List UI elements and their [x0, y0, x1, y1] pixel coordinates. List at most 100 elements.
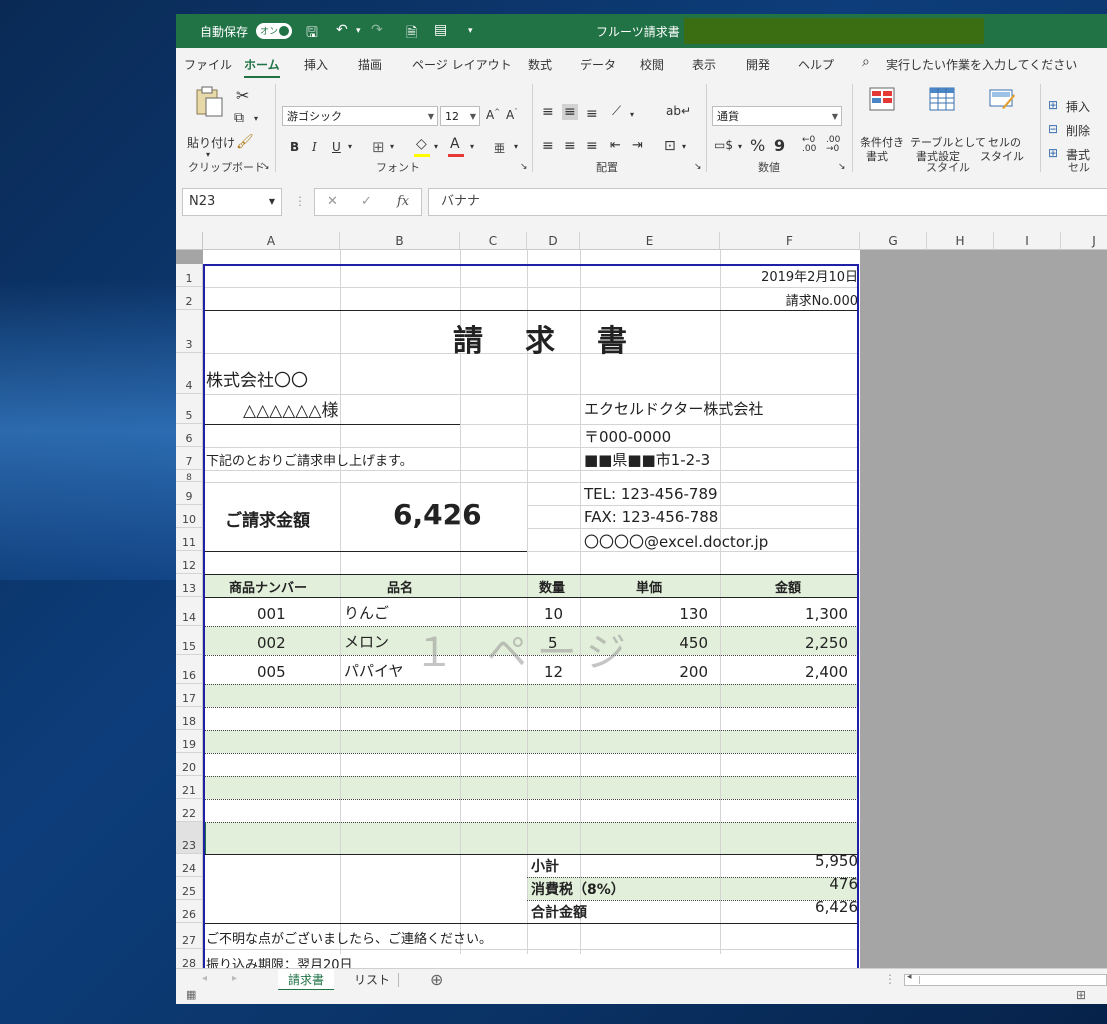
- row-header[interactable]: 5: [176, 394, 203, 424]
- accounting-dropdown-icon[interactable]: ▾: [738, 142, 742, 151]
- tab-page-layout[interactable]: ページ レイアウト: [412, 56, 512, 73]
- row-header[interactable]: 27: [176, 923, 203, 949]
- header-item[interactable]: 品名: [387, 577, 413, 596]
- note-deadline[interactable]: 振り込み期限：翌月20日: [206, 954, 353, 968]
- borders-icon[interactable]: ⊞: [372, 138, 385, 156]
- tax-value[interactable]: 476: [829, 875, 858, 893]
- row-header[interactable]: 3: [176, 310, 203, 353]
- row-header[interactable]: 25: [176, 877, 203, 900]
- tab-draw[interactable]: 描画: [358, 56, 382, 73]
- borders-dropdown-icon[interactable]: ▾: [390, 142, 394, 151]
- font-color-icon[interactable]: A: [450, 136, 460, 152]
- tax-label[interactable]: 消費税（8%）: [531, 879, 625, 899]
- issuer-company[interactable]: エクセルドクター株式会社: [584, 398, 763, 419]
- header-qty[interactable]: 数量: [539, 577, 565, 596]
- font-size-combo[interactable]: 12 ▼: [440, 106, 480, 126]
- item-name[interactable]: りんご: [344, 602, 389, 623]
- increase-decimal-icon[interactable]: ←0.00: [802, 136, 816, 154]
- item-name[interactable]: パパイヤ: [344, 660, 404, 681]
- column-header[interactable]: A: [203, 232, 340, 250]
- row-header[interactable]: 28: [176, 949, 203, 968]
- row-header[interactable]: 13: [176, 574, 203, 597]
- column-header[interactable]: C: [460, 232, 527, 250]
- row-header[interactable]: 12: [176, 551, 203, 574]
- undo-dropdown-icon[interactable]: ▾: [356, 26, 361, 36]
- align-bottom-icon[interactable]: ≡: [586, 106, 598, 122]
- issuer-fax[interactable]: FAX: 123-456-788: [584, 508, 718, 526]
- row-header[interactable]: 23: [176, 822, 203, 854]
- row-header[interactable]: 4: [176, 353, 203, 394]
- row-header[interactable]: 14: [176, 597, 203, 626]
- cell-styles-icon[interactable]: [988, 86, 1016, 112]
- note-contact[interactable]: ご不明な点がございましたら、ご連絡ください。: [206, 928, 492, 947]
- tell-me-search[interactable]: 実行したい作業を入力してください: [886, 56, 1077, 73]
- italic-button[interactable]: I: [312, 140, 317, 154]
- header-product-no[interactable]: 商品ナンバー: [229, 577, 307, 596]
- number-format-combo[interactable]: 通貨 ▼: [712, 106, 842, 126]
- row-header[interactable]: 7: [176, 447, 203, 470]
- align-left-icon[interactable]: ≡: [542, 138, 554, 154]
- row-header[interactable]: 20: [176, 753, 203, 776]
- column-header[interactable]: D: [527, 232, 580, 250]
- scroll-right-icon[interactable]: ▸: [232, 973, 237, 984]
- form-icon[interactable]: ▤: [434, 22, 447, 38]
- autosave-toggle[interactable]: オン: [256, 23, 292, 39]
- issuer-email[interactable]: 〇〇〇〇@excel.doctor.jp: [584, 531, 768, 552]
- amount-value[interactable]: 6,426: [393, 498, 482, 531]
- merge-dropdown-icon[interactable]: ▾: [682, 142, 686, 151]
- save-icon[interactable]: 🖫: [306, 22, 318, 46]
- decrease-font-icon[interactable]: Aˇ: [506, 108, 518, 122]
- row-header[interactable]: 10: [176, 505, 203, 528]
- client-company[interactable]: 株式会社〇〇: [206, 366, 308, 391]
- bold-button[interactable]: B: [290, 140, 299, 154]
- select-all-corner[interactable]: [176, 232, 203, 250]
- horizontal-scrollbar[interactable]: ◂: [904, 972, 1107, 986]
- orientation-icon[interactable]: ⟋: [612, 104, 621, 119]
- item-price[interactable]: 200: [679, 663, 708, 681]
- tab-home[interactable]: ホーム: [244, 56, 280, 78]
- percent-button[interactable]: %: [750, 136, 765, 155]
- font-name-combo[interactable]: 游ゴシック ▼: [282, 106, 438, 126]
- wrap-text-icon[interactable]: ab↵: [666, 104, 691, 118]
- decrease-indent-icon[interactable]: ⇤: [610, 138, 621, 153]
- row-header[interactable]: 18: [176, 707, 203, 730]
- cancel-icon[interactable]: ✕: [327, 194, 338, 209]
- comma-style-button[interactable]: 9: [774, 136, 785, 155]
- increase-font-icon[interactable]: A^: [486, 108, 500, 122]
- normal-view-icon[interactable]: ⊞: [1076, 988, 1086, 1002]
- row-header[interactable]: 1: [176, 264, 203, 287]
- align-middle-icon[interactable]: ≡: [562, 104, 578, 120]
- column-header[interactable]: B: [340, 232, 460, 250]
- tab-review[interactable]: 校閲: [640, 56, 664, 73]
- invoice-number[interactable]: 請求No.000: [786, 290, 858, 309]
- cell-styles-label-2[interactable]: スタイル: [980, 148, 1024, 164]
- name-box[interactable]: N23 ▼: [182, 188, 282, 216]
- column-header[interactable]: G: [860, 232, 927, 250]
- column-header[interactable]: H: [927, 232, 994, 250]
- total-label[interactable]: 合計金額: [531, 902, 587, 922]
- drag-handle-icon[interactable]: ⋮: [884, 972, 896, 986]
- align-top-icon[interactable]: ≡: [542, 104, 554, 120]
- redo-icon[interactable]: ↷: [371, 22, 383, 38]
- print-preview-icon[interactable]: 🗎: [406, 22, 417, 46]
- scroll-left-icon[interactable]: ◂: [202, 973, 207, 984]
- row-header[interactable]: 22: [176, 799, 203, 822]
- column-header[interactable]: I: [994, 232, 1061, 250]
- row-header[interactable]: 8: [176, 470, 203, 483]
- decrease-decimal-icon[interactable]: .00 →0: [826, 136, 840, 154]
- insert-function-icon[interactable]: fx: [397, 194, 409, 209]
- font-launcher-icon[interactable]: ↘: [520, 162, 528, 172]
- item-name[interactable]: メロン: [344, 631, 389, 652]
- tab-formulas[interactable]: 数式: [528, 56, 552, 73]
- row-header[interactable]: 16: [176, 655, 203, 684]
- invoice-title[interactable]: 請 求 書: [453, 316, 633, 360]
- fill-color-icon[interactable]: ◇: [416, 136, 427, 152]
- tab-help[interactable]: ヘルプ: [798, 56, 834, 73]
- delete-cells-icon[interactable]: ⊟: [1048, 122, 1058, 136]
- copy-icon[interactable]: ⧉: [234, 110, 244, 126]
- row-header[interactable]: 21: [176, 776, 203, 799]
- formula-input[interactable]: バナナ: [428, 188, 1107, 216]
- intro-text[interactable]: 下記のとおりご請求申し上げます。: [206, 450, 413, 469]
- row-header[interactable]: 2: [176, 287, 203, 310]
- paste-button-label[interactable]: 貼り付け: [187, 134, 235, 151]
